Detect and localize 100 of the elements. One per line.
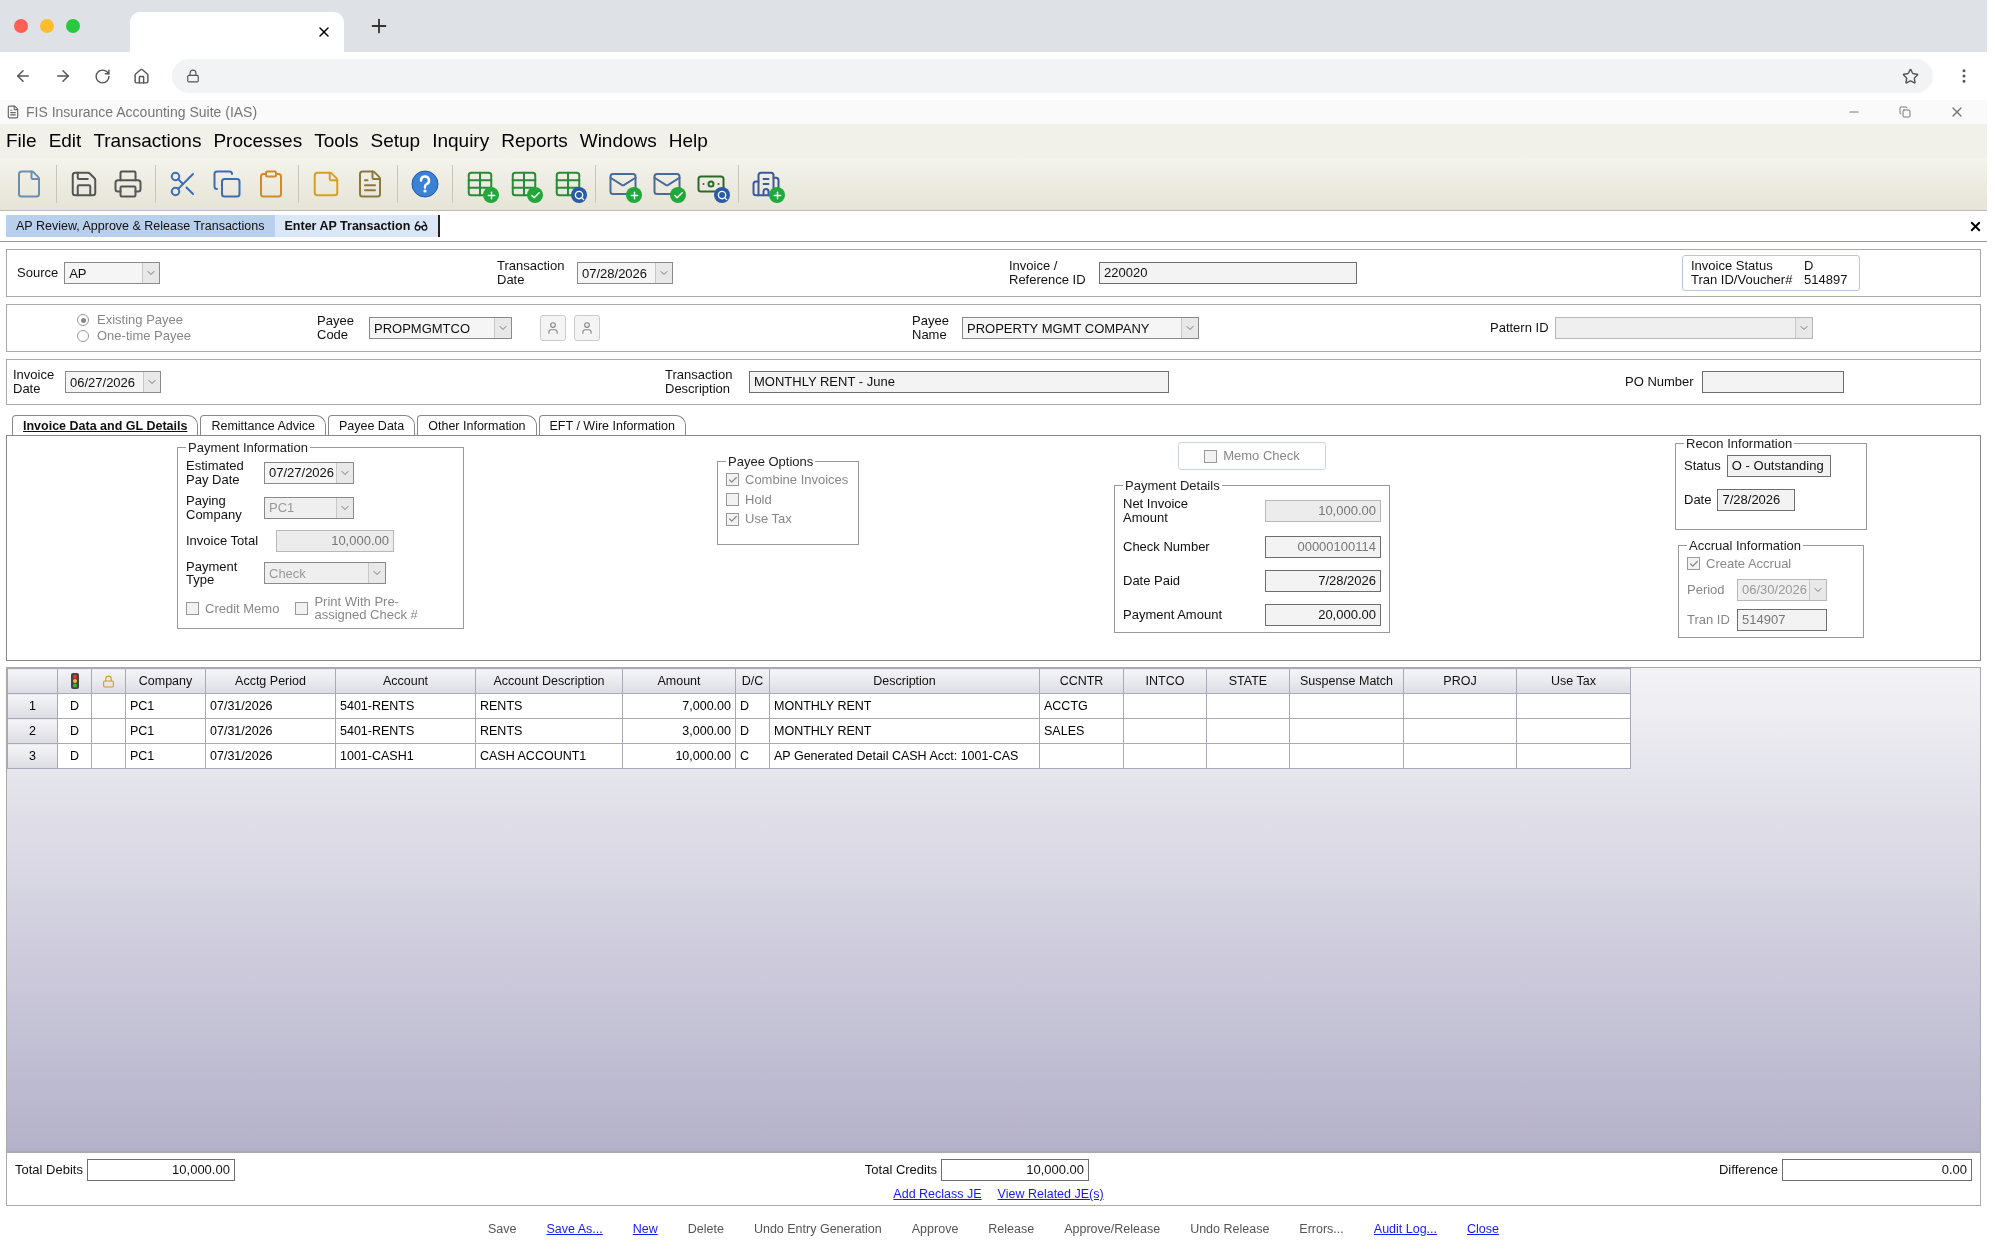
- checkbox[interactable]: [726, 492, 739, 506]
- back-icon[interactable]: [14, 67, 32, 85]
- memo-check-button[interactable]: Memo Check: [1178, 442, 1326, 470]
- status-label: Invoice Status: [1691, 259, 1774, 273]
- zoom-dot[interactable]: [66, 19, 80, 33]
- action-button[interactable]: Delete: [687, 1222, 724, 1236]
- input-field[interactable]: MONTHLY RENT - June: [749, 371, 1169, 393]
- input-field[interactable]: 20,000.00: [1265, 604, 1381, 627]
- checkbox[interactable]: [1687, 557, 1700, 571]
- menu-item[interactable]: File: [6, 130, 37, 152]
- restore-icon[interactable]: [1899, 106, 1911, 118]
- input-field[interactable]: 514907: [1737, 608, 1827, 631]
- total-label: Total Debits: [15, 1163, 83, 1177]
- action-button[interactable]: Undo Release: [1190, 1222, 1270, 1236]
- table-cell: MONTHLY RENT: [769, 693, 1040, 719]
- help-icon[interactable]: [408, 167, 442, 201]
- input-field[interactable]: 7/28/2026: [1717, 489, 1796, 511]
- action-button[interactable]: Save: [488, 1222, 517, 1236]
- field-label: Transaction Date: [497, 259, 566, 287]
- action-button[interactable]: Undo Entry Generation: [753, 1222, 882, 1236]
- column-header[interactable]: INTCO: [1123, 668, 1207, 694]
- menu-item[interactable]: Inquiry: [432, 130, 490, 152]
- field-label: Paying Company: [186, 494, 243, 522]
- field-label: Date: [1684, 493, 1712, 507]
- menu-item[interactable]: Windows: [579, 130, 657, 152]
- lock-icon: [102, 674, 115, 688]
- menu-item[interactable]: Tools: [314, 130, 359, 152]
- dropdown[interactable]: 07/28/2026: [577, 262, 673, 284]
- column-header[interactable]: Company: [125, 668, 206, 694]
- action-button[interactable]: Approve: [911, 1222, 959, 1236]
- action-link[interactable]: Save As...: [546, 1222, 603, 1236]
- input-field[interactable]: 0.00: [1782, 1159, 1972, 1181]
- tab[interactable]: EFT / Wire Information: [538, 415, 687, 435]
- link[interactable]: View Related JE(s): [997, 1187, 1104, 1201]
- menu-item[interactable]: Setup: [370, 130, 421, 152]
- status-value: D: [1804, 259, 1815, 273]
- column-header[interactable]: Account Description: [475, 668, 623, 694]
- tab[interactable]: Other Information: [417, 415, 537, 435]
- input-field[interactable]: O - Outstanding: [1726, 455, 1831, 477]
- column-header[interactable]: Suspense Match: [1289, 668, 1404, 694]
- row-header[interactable]: 2: [7, 718, 58, 744]
- tab[interactable]: Invoice Data and GL Details: [12, 415, 199, 435]
- table-cell: 10,000.00: [622, 743, 736, 769]
- column-header[interactable]: PROJ: [1403, 668, 1517, 694]
- column-header[interactable]: CCNTR: [1039, 668, 1124, 694]
- row-header[interactable]: 1: [7, 693, 58, 719]
- action-button[interactable]: Errors...: [1299, 1222, 1344, 1236]
- table-cell: PC1: [125, 718, 206, 744]
- document-tab[interactable]: Enter AP Transaction: [274, 215, 441, 237]
- action-link[interactable]: Close: [1467, 1222, 1499, 1236]
- home-icon[interactable]: [133, 67, 150, 85]
- action-link[interactable]: New: [632, 1222, 658, 1236]
- table-cell: AP Generated Detail CASH Acct: 1001-CAS: [769, 743, 1040, 769]
- action-button[interactable]: Approve/Release: [1064, 1222, 1161, 1236]
- menu-item[interactable]: Transactions: [93, 130, 202, 152]
- column-header[interactable]: Amount: [622, 668, 736, 694]
- dropdown[interactable]: PROPERTY MGMT COMPANY: [962, 317, 1199, 339]
- checkbox[interactable]: [186, 601, 199, 615]
- dropdown[interactable]: 07/27/2026: [264, 461, 354, 484]
- field-label: Pattern ID: [1490, 321, 1549, 335]
- checkbox[interactable]: [726, 512, 739, 526]
- person-icon[interactable]: [540, 315, 566, 341]
- column-header[interactable]: STATE: [1206, 668, 1290, 694]
- table-cell: 07/31/2026: [205, 718, 336, 744]
- column-header[interactable]: Account: [335, 668, 476, 694]
- document-tab[interactable]: AP Review, Approve & Release Transactions: [6, 215, 275, 237]
- close-dot[interactable]: [14, 19, 28, 33]
- checkbox[interactable]: [726, 473, 739, 487]
- link[interactable]: Add Reclass JE: [893, 1187, 982, 1201]
- input-field[interactable]: 220020: [1099, 262, 1357, 284]
- minimize-dot[interactable]: [40, 19, 54, 33]
- person-icon[interactable]: [574, 315, 600, 341]
- row-header[interactable]: 3: [7, 743, 58, 769]
- checkbox[interactable]: [295, 602, 309, 615]
- input-field[interactable]: 7/28/2026: [1265, 570, 1381, 593]
- checkbox-label: Credit Memo: [205, 601, 280, 616]
- menu-item[interactable]: Processes: [213, 130, 303, 152]
- table-cell: CASH ACCOUNT1: [475, 743, 623, 769]
- column-header[interactable]: Acctg Period: [205, 668, 336, 694]
- tab[interactable]: Remittance Advice: [200, 415, 326, 435]
- reload-icon[interactable]: [94, 67, 111, 85]
- action-link[interactable]: Audit Log...: [1373, 1222, 1438, 1236]
- forward-icon[interactable]: [54, 67, 72, 85]
- input-field[interactable]: 10,000.00: [941, 1159, 1090, 1181]
- checkbox[interactable]: [1204, 449, 1218, 463]
- field-label: Status: [1684, 459, 1721, 473]
- dropdown[interactable]: AP: [64, 262, 161, 284]
- column-header[interactable]: Use Tax: [1516, 668, 1631, 694]
- input-field[interactable]: 10,000.00: [86, 1159, 235, 1181]
- dropdown[interactable]: 06/27/2026: [65, 371, 161, 393]
- tab[interactable]: Payee Data: [327, 415, 416, 435]
- star-icon[interactable]: [1902, 67, 1919, 85]
- column-header[interactable]: Description: [769, 668, 1040, 694]
- column-header[interactable]: D/C: [735, 668, 770, 694]
- menu-item[interactable]: Edit: [48, 130, 82, 152]
- action-button[interactable]: Release: [988, 1222, 1035, 1236]
- dropdown[interactable]: PROPMGMTCO: [369, 317, 512, 339]
- menu-item[interactable]: Help: [668, 130, 708, 152]
- input-field[interactable]: [1701, 371, 1844, 393]
- menu-item[interactable]: Reports: [501, 130, 568, 152]
